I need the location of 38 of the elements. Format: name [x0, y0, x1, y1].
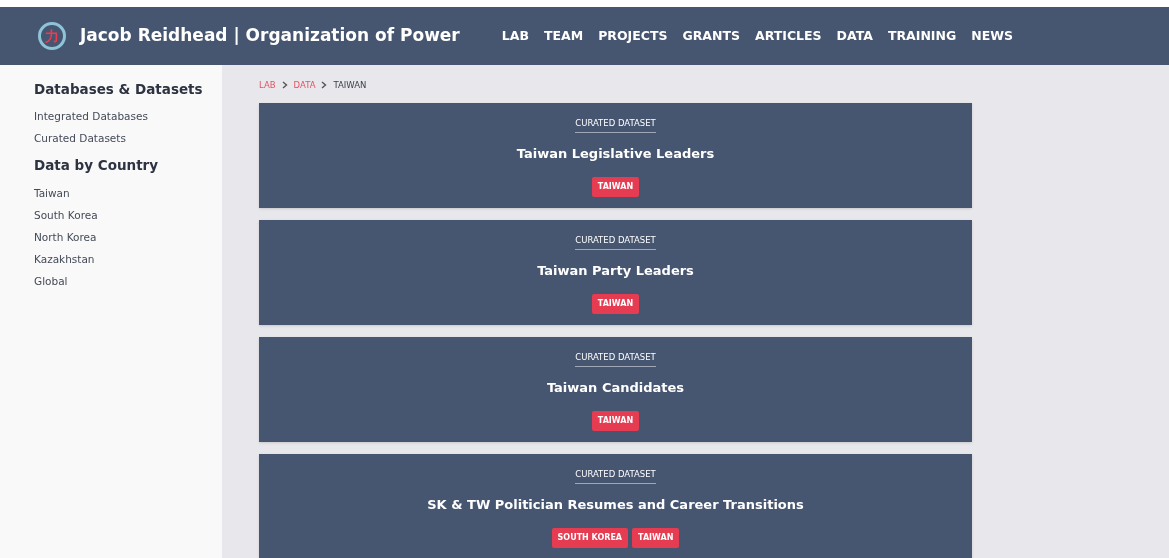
- category-label: CURATED DATASET: [575, 117, 656, 133]
- nav-link[interactable]: PROJECTS: [598, 26, 668, 46]
- site-title[interactable]: Jacob Reidhead | Organization of Power: [80, 23, 460, 49]
- dataset-card[interactable]: CURATED DATASET Taiwan Party Leaders TAIWAN: [259, 220, 972, 325]
- country-tag[interactable]: TAIWAN: [591, 411, 640, 432]
- sidebar-link[interactable]: Integrated Databases: [34, 105, 222, 128]
- nav-link[interactable]: DATA: [836, 26, 873, 46]
- nav-link[interactable]: NEWS: [971, 26, 1014, 46]
- category-label: CURATED DATASET: [575, 468, 656, 484]
- sidebar-link[interactable]: Taiwan: [34, 181, 222, 204]
- sidebar-link[interactable]: Curated Datasets: [34, 127, 222, 150]
- dataset-title: Taiwan Candidates: [546, 378, 685, 397]
- country-tag[interactable]: TAIWAN: [632, 528, 680, 549]
- sidebar-link[interactable]: Global: [34, 269, 222, 292]
- category-label: CURATED DATASET: [575, 234, 656, 250]
- dataset-card[interactable]: CURATED DATASET SK & TW Politician Resumes and Career Transitions SOUTH KOREA TAIWAN: [259, 454, 972, 558]
- sidebar-link[interactable]: North Korea: [34, 225, 222, 248]
- dataset-card[interactable]: CURATED DATASET Taiwan Candidates TAIWAN: [259, 337, 972, 442]
- chevron-icon: [281, 81, 288, 89]
- dataset-title: SK & TW Politician Resumes and Career Transitions: [427, 495, 804, 514]
- nav-link[interactable]: TEAM: [543, 26, 584, 46]
- sidebar-heading: Data by Country: [34, 156, 160, 176]
- country-tag[interactable]: TAIWAN: [591, 177, 640, 198]
- country-tag[interactable]: SOUTH KOREA: [551, 528, 629, 549]
- dataset-card[interactable]: CURATED DATASET Taiwan Legislative Leaders TAIWAN: [259, 103, 972, 208]
- sidebar-heading: Databases & Datasets: [34, 80, 204, 99]
- sidebar-link[interactable]: South Korea: [34, 203, 222, 226]
- chevron-icon: [321, 81, 328, 89]
- nav-link[interactable]: LAB: [501, 26, 529, 46]
- dataset-title: Taiwan Party Leaders: [537, 261, 694, 280]
- nav-link[interactable]: GRANTS: [682, 26, 740, 46]
- category-label: CURATED DATASET: [575, 351, 656, 367]
- dataset-title: Taiwan Legislative Leaders: [516, 144, 715, 163]
- breadcrumb-current: TAIWAN: [333, 78, 367, 92]
- nav-link[interactable]: ARTICLES: [755, 26, 822, 46]
- sidebar-link[interactable]: Kazakhstan: [34, 247, 222, 270]
- nav-link[interactable]: TRAINING: [887, 26, 957, 46]
- country-tag[interactable]: TAIWAN: [591, 294, 640, 315]
